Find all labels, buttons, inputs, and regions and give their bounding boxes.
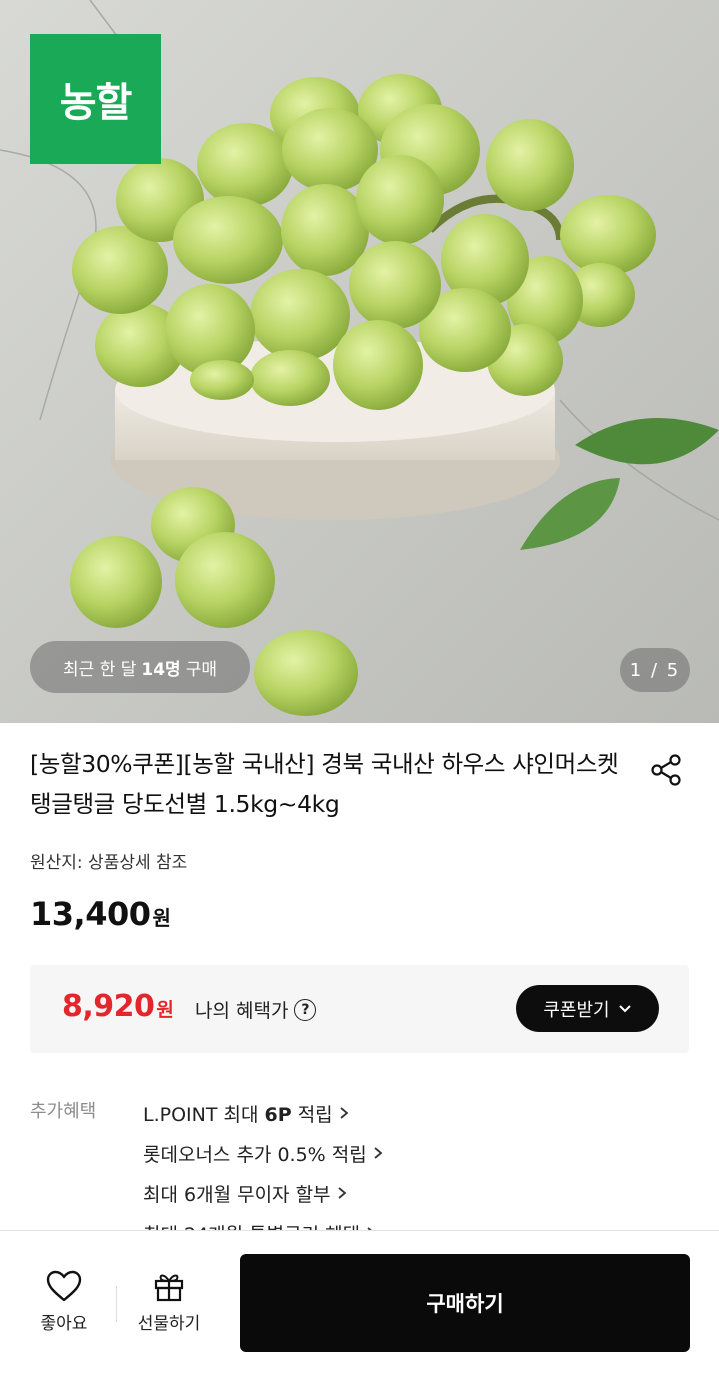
extra-benefit-text: 최대 6개월 무이자 할부 (143, 1183, 331, 1206)
extra-benefits-list: L.POINT 최대 6P 적립 롯데오너스 추가 0.5% 적립 최대 6개월… (143, 1093, 383, 1213)
extra-benefit-text: L.POINT 최대 6P 적립 (143, 1100, 333, 1127)
benefit-price: 8,920 원 (62, 989, 174, 1024)
get-coupon-button[interactable]: 쿠폰받기 (516, 985, 659, 1032)
like-button[interactable]: 좋아요 (30, 1269, 98, 1339)
extra-benefit-post: 적립 (291, 1103, 333, 1126)
extra-benefit-strong: 6P (264, 1103, 292, 1126)
brand-logo-text: 농할 (59, 80, 133, 126)
buy-button[interactable]: 구매하기 (240, 1254, 690, 1352)
like-label: 좋아요 (40, 1314, 88, 1334)
chevron-right-icon (337, 1187, 346, 1199)
chevron-right-icon (374, 1147, 383, 1159)
image-page-counter: 1 / 5 (620, 648, 690, 692)
recent-purchase-prefix: 최근 한 달 (63, 659, 137, 680)
chevron-right-icon (340, 1107, 349, 1119)
gift-button[interactable]: 선물하기 (130, 1269, 208, 1339)
benefit-label: 나의 혜택가 ? (195, 996, 317, 1023)
recent-purchase-badge: 최근 한 달 14명 구매 (30, 641, 250, 693)
extra-benefit-text: 최대 24개월 특별금리 혜택 (143, 1220, 360, 1231)
benefit-price-value: 8,920 (62, 989, 155, 1024)
extra-benefit-text: 롯데오너스 추가 0.5% 적립 (143, 1143, 367, 1166)
extra-benefit-special-rate[interactable]: 최대 24개월 특별금리 혜택 (143, 1213, 376, 1230)
bottom-divider (116, 1286, 117, 1322)
help-icon[interactable]: ? (294, 998, 317, 1021)
extra-benefit-pre: L.POINT 최대 (143, 1103, 265, 1126)
benefit-label-text: 나의 혜택가 (195, 1000, 289, 1022)
origin-info: 원산지: 상품상세 참조 (30, 853, 188, 873)
original-price-unit: 원 (152, 906, 171, 930)
extra-benefits-label: 추가혜택 (30, 1101, 97, 1122)
recent-purchase-count: 14명 (141, 659, 181, 680)
get-coupon-label: 쿠폰받기 (543, 999, 610, 1021)
benefit-price-box: 8,920 원 나의 혜택가 ? 쿠폰받기 (30, 965, 689, 1053)
benefit-price-unit: 원 (156, 999, 174, 1021)
extra-benefit-lotte-owners[interactable]: 롯데오너스 추가 0.5% 적립 (143, 1133, 383, 1173)
gift-icon (154, 1274, 184, 1302)
gift-label: 선물하기 (137, 1314, 201, 1334)
chevron-down-icon (618, 1004, 631, 1012)
original-price-value: 13,400 (30, 895, 151, 933)
brand-logo: 농할 (30, 34, 161, 164)
recent-purchase-suffix: 구매 (185, 659, 217, 680)
product-image-carousel[interactable]: 농할 최근 한 달 14명 구매 1 / 5 (0, 0, 719, 723)
extra-benefit-lpoint[interactable]: L.POINT 최대 6P 적립 (143, 1093, 383, 1133)
original-price: 13,400 원 (30, 895, 171, 933)
extra-benefit-installment[interactable]: 최대 6개월 무이자 할부 (143, 1173, 383, 1213)
share-icon[interactable] (648, 751, 686, 789)
heart-icon (46, 1270, 82, 1302)
bottom-action-bar: 좋아요 선물하기 구매하기 (0, 1230, 719, 1373)
product-title: [농할30%쿠폰][농할 국내산] 경북 국내산 하우스 샤인머스켓 탱글탱글 … (30, 750, 619, 818)
